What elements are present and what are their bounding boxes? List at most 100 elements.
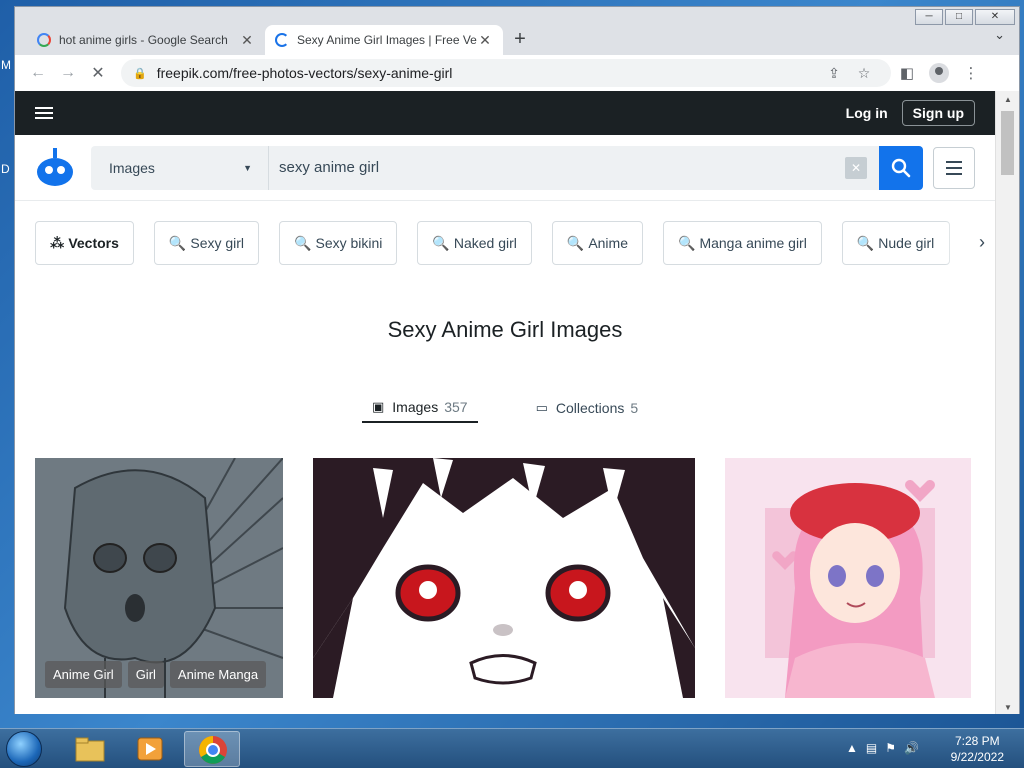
chip-tag[interactable]: 🔍 Sexy bikini — [279, 221, 398, 265]
login-link[interactable]: Log in — [846, 105, 888, 121]
start-button-icon[interactable] — [6, 731, 42, 767]
page-viewport: Log in Sign up Images ▼ sexy anime girl … — [15, 91, 995, 714]
search-icon: 🔍 — [678, 234, 696, 251]
share-icon[interactable]: ⇪ — [819, 65, 849, 82]
google-icon — [37, 33, 51, 47]
window-controls: ─ □ ✕ — [915, 9, 1015, 25]
search-button[interactable] — [879, 145, 923, 190]
tab-close-icon[interactable]: ✕ — [239, 32, 255, 49]
scroll-down-icon[interactable]: ▼ — [996, 703, 1020, 712]
image-tag[interactable]: Girl — [127, 661, 164, 688]
caret-down-icon: ▼ — [243, 162, 252, 173]
tab-images[interactable]: ▣ Images 357 — [362, 393, 478, 423]
stop-icon[interactable]: ✕ — [83, 63, 113, 83]
chip-vectors[interactable]: ⁂ Vectors — [35, 221, 134, 265]
result-tabs: ▣ Images 357 ▭ Collections 5 — [362, 393, 648, 423]
page-scrollbar[interactable]: ▲ ▼ — [995, 91, 1019, 714]
back-arrow-icon[interactable]: ← — [23, 64, 53, 82]
result-card[interactable]: Anime Girl Girl Anime Manga — [35, 458, 283, 698]
new-tab-button[interactable]: + — [503, 25, 537, 55]
chip-tag[interactable]: 🔍 Anime — [551, 221, 643, 265]
signup-button[interactable]: Sign up — [901, 100, 975, 126]
tab-freepik[interactable]: Sexy Anime Girl Images | Free Vectors ✕ — [265, 25, 503, 55]
tab-label: Collections — [555, 400, 625, 416]
result-card[interactable] — [725, 458, 971, 698]
side-panel-icon[interactable]: ◧ — [891, 64, 923, 82]
desktop-icon-label[interactable]: M — [1, 58, 11, 72]
profile-avatar-icon[interactable] — [929, 63, 949, 83]
tab-search-chevron-icon[interactable]: ⌄ — [994, 27, 1005, 43]
network-icon[interactable]: ▤ — [866, 741, 877, 755]
action-center-flag-icon[interactable]: ⚑ — [885, 741, 896, 755]
desktop-icon-label[interactable]: D — [1, 162, 10, 176]
chip-tag[interactable]: 🔍 Manga anime girl — [663, 221, 822, 265]
bookmark-star-icon[interactable]: ☆ — [849, 65, 879, 82]
lock-icon[interactable]: 🔒 — [133, 67, 147, 80]
search-icon: 🔍 — [432, 234, 450, 251]
maximize-button[interactable]: □ — [945, 9, 973, 25]
chip-label: Naked girl — [453, 235, 517, 251]
search-icon: 🔍 — [168, 234, 187, 251]
tab-strip: hot anime girls - Google Search ✕ Sexy A… — [27, 21, 537, 55]
chip-tag[interactable]: 🔍 Sexy girl — [153, 221, 260, 265]
image-tag[interactable]: Anime Girl — [45, 661, 122, 688]
site-header: Log in Sign up — [15, 91, 995, 135]
browser-toolbar: ← → ✕ 🔒 freepik.com/free-photos-vectors/… — [15, 55, 1019, 91]
image-icon: ▣ — [372, 399, 385, 414]
chip-label: Anime — [588, 235, 628, 251]
tab-count: 357 — [444, 399, 468, 415]
chip-label: Nude girl — [878, 235, 935, 251]
loading-spinner-icon — [275, 33, 289, 47]
folder-icon — [75, 737, 105, 762]
volume-icon[interactable]: 🔊 — [904, 741, 919, 755]
page-title: Sexy Anime Girl Images — [387, 317, 623, 342]
menu-kebab-icon[interactable]: ⋮ — [955, 64, 987, 82]
clock[interactable]: 7:28 PM 9/22/2022 — [951, 733, 1004, 765]
result-image — [725, 458, 971, 698]
chip-label: Manga anime girl — [699, 235, 807, 251]
tab-label: Images — [392, 399, 439, 415]
address-bar[interactable]: 🔒 freepik.com/free-photos-vectors/sexy-a… — [121, 59, 891, 87]
tab-collections[interactable]: ▭ Collections 5 — [526, 393, 649, 423]
image-tag[interactable]: Anime Manga — [169, 661, 267, 688]
tab-count: 5 — [630, 400, 639, 416]
taskbar: ▲ ▤ ⚑ 🔊 7:28 PM 9/22/2022 — [0, 728, 1024, 768]
search-icon: 🔍 — [856, 234, 875, 251]
search-icon: 🔍 — [566, 234, 585, 251]
chrome-window: ─ □ ✕ hot anime girls - Google Search ✕ … — [14, 6, 1020, 714]
show-hidden-icons-icon[interactable]: ▲ — [846, 741, 858, 755]
chrome-icon — [199, 736, 227, 764]
taskbar-chrome[interactable] — [184, 731, 240, 767]
close-window-button[interactable]: ✕ — [975, 9, 1015, 25]
system-tray: ▲ ▤ ⚑ 🔊 — [846, 741, 919, 755]
freepik-logo-icon[interactable] — [35, 147, 75, 188]
minimize-button[interactable]: ─ — [915, 9, 943, 25]
scroll-thumb[interactable] — [1001, 111, 1014, 175]
clock-date: 9/22/2022 — [950, 750, 1004, 764]
tab-title: hot anime girls - Google Search — [59, 33, 228, 47]
chip-tag[interactable]: 🔍 Naked girl — [417, 221, 532, 265]
tab-google-search[interactable]: hot anime girls - Google Search ✕ — [27, 25, 265, 55]
taskbar-explorer[interactable] — [62, 731, 118, 767]
tab-title: Sexy Anime Girl Images | Free Vectors — [297, 33, 477, 47]
search-type-select[interactable]: Images ▼ — [91, 145, 269, 190]
chip-tag[interactable]: 🔍 Nude girl — [841, 221, 950, 265]
clear-search-icon[interactable]: ✕ — [845, 156, 867, 179]
result-card[interactable] — [313, 458, 695, 698]
forward-arrow-icon[interactable]: → — [53, 64, 83, 82]
search-input[interactable]: sexy anime girl — [269, 159, 845, 176]
filters-icon[interactable] — [933, 146, 975, 189]
vectors-icon: ⁂ — [50, 234, 65, 251]
chip-label: Sexy girl — [190, 235, 245, 251]
scroll-up-icon[interactable]: ▲ — [996, 95, 1020, 104]
taskbar-media-player[interactable] — [122, 731, 178, 767]
search-icon: 🔍 — [294, 234, 312, 251]
chip-label: Sexy bikini — [315, 235, 383, 251]
clock-time: 7:28 PM — [954, 734, 1000, 748]
result-image — [313, 458, 695, 698]
chip-label: Vectors — [68, 235, 119, 251]
chevron-right-icon[interactable]: › — [945, 221, 985, 265]
hamburger-menu-icon[interactable] — [35, 104, 53, 122]
results-grid: Anime Girl Girl Anime Manga — [35, 458, 975, 714]
tab-close-icon[interactable]: ✕ — [477, 32, 493, 49]
